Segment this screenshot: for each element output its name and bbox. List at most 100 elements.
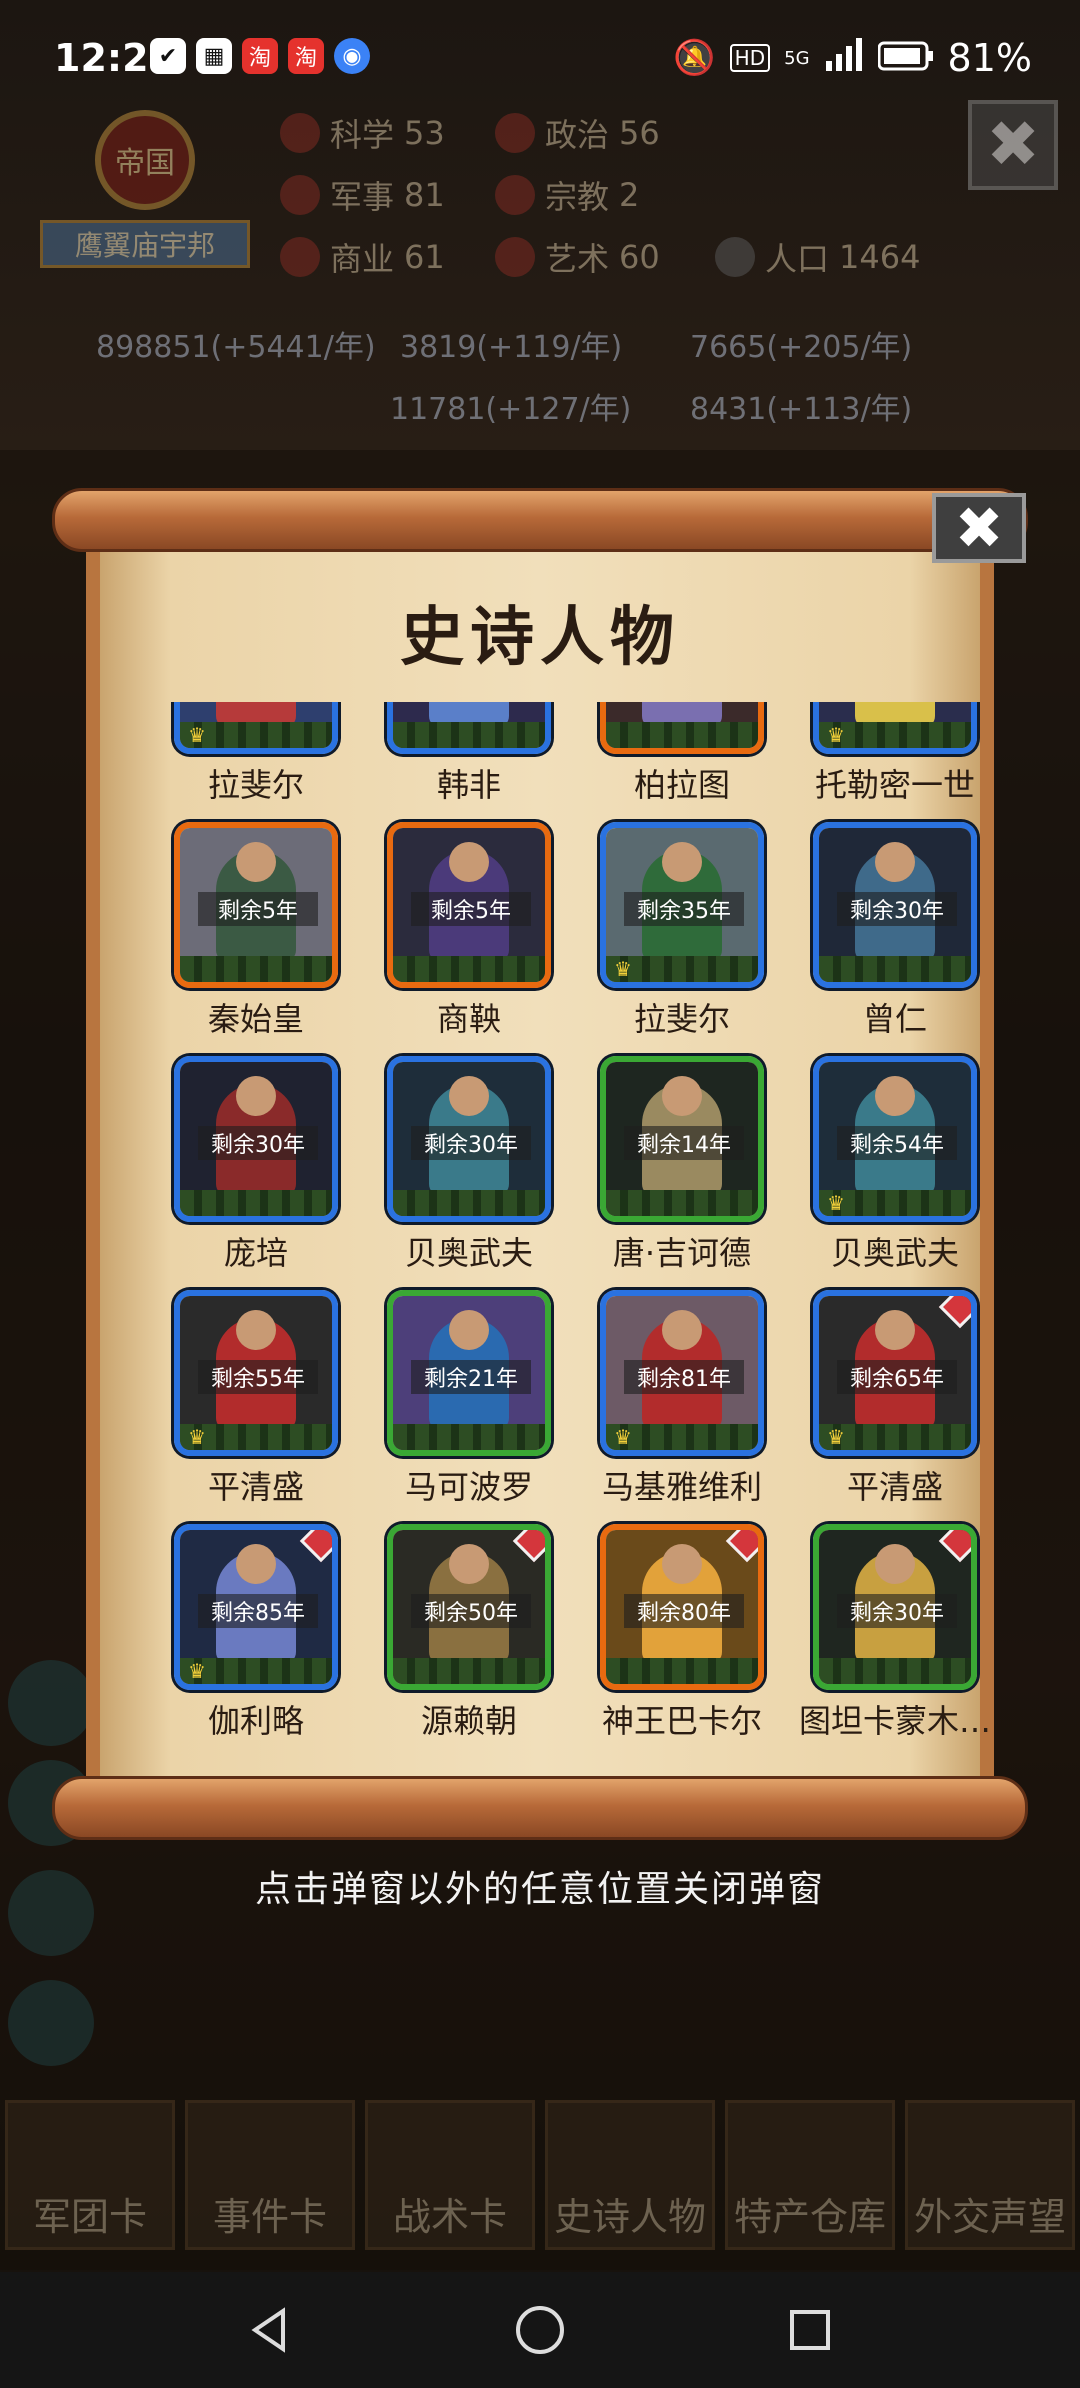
close-hint: 点击弹窗以外的任意位置关闭弹窗 (254, 1869, 825, 1910)
hero-head (875, 1310, 915, 1350)
hero-card[interactable]: ♛ 剩余55年 (174, 1290, 338, 1456)
help-button[interactable] (8, 1980, 94, 2066)
hero-portrait (393, 702, 545, 748)
hero-name: 拉斐尔 (633, 1000, 730, 1038)
politics-icon (495, 113, 535, 153)
popup-title: 史诗人物 (400, 601, 680, 675)
grass-strip (393, 1658, 545, 1684)
recents-icon[interactable] (780, 2300, 840, 2360)
hero-head (875, 1544, 915, 1584)
hero-cell[interactable]: 剩余30年 曾仁 (795, 822, 995, 1040)
hero-head (449, 1076, 489, 1116)
hero-card[interactable]: ♛ (813, 702, 977, 754)
hero-card[interactable]: 剩余30年 (813, 822, 977, 988)
hero-card[interactable] (387, 702, 551, 754)
hero-cell[interactable]: 剩余21年马可波罗 (369, 1290, 569, 1508)
hero-cell[interactable]: 柏拉图 (582, 702, 782, 806)
hero-card[interactable]: 剩余80年 (600, 1524, 764, 1690)
hero-name: 平清盛 (846, 1468, 943, 1506)
hero-name: 源赖朝 (420, 1702, 517, 1740)
hero-card[interactable]: ♛ 剩余54年 (813, 1056, 977, 1222)
grass-strip (606, 1190, 758, 1216)
hero-head (449, 1310, 489, 1350)
hero-name: 柏拉图 (633, 766, 730, 804)
hero-name: 贝奥武夫 (404, 1234, 533, 1272)
hero-head (662, 1310, 702, 1350)
hero-name: 托勒密一世 (814, 766, 975, 804)
crown-icon: ♛ (827, 1425, 845, 1449)
back-icon[interactable] (240, 2300, 300, 2360)
crown-icon: ♛ (188, 1425, 206, 1449)
science-icon (280, 113, 320, 153)
hero-remaining-years: 剩余80年 (624, 1594, 744, 1628)
hero-cell[interactable]: 剩余30年庞培 (156, 1056, 356, 1274)
hero-card[interactable]: 剩余5年 (174, 822, 338, 988)
hero-name: 马可波罗 (404, 1468, 533, 1506)
stat-art: 艺术 60 (495, 234, 660, 280)
hero-cell[interactable]: ♛ 剩余54年贝奥武夫 (795, 1056, 995, 1274)
scroll-rod-top (52, 488, 1028, 552)
hero-card[interactable]: 剩余50年 (387, 1524, 551, 1690)
hero-card[interactable]: ♛ 剩余85年 (174, 1524, 338, 1690)
empire-emblem[interactable]: 帝国 鹰翼庙宇邦 (20, 100, 260, 280)
popup-close-button[interactable]: ✖ (932, 493, 1026, 563)
hero-cell[interactable]: ♛ 剩余65年平清盛 (795, 1290, 995, 1508)
hero-name: 庞培 (223, 1234, 288, 1272)
hero-cell[interactable]: ♛ 托勒密一世 (795, 702, 995, 806)
hero-cell[interactable]: 剩余5年 秦始皇 (156, 822, 356, 1040)
network-label: 5G (784, 47, 810, 69)
hero-cell[interactable]: 韩非 (369, 702, 569, 806)
hero-card[interactable]: 剩余30年 (174, 1056, 338, 1222)
hero-remaining-years: 剩余85年 (198, 1594, 318, 1628)
hero-card[interactable]: ♛ 剩余65年 (813, 1290, 977, 1456)
hero-card[interactable]: ♛ 剩余81年 (600, 1290, 764, 1456)
hero-name: 商鞅 (436, 1000, 501, 1038)
tab-diplomatic-reputation[interactable]: 外交声望 (905, 2100, 1075, 2250)
hero-remaining-years: 剩余55年 (198, 1360, 318, 1394)
hero-card[interactable]: 剩余5年 (387, 822, 551, 988)
stat-science: 科学 53 (280, 110, 445, 156)
hero-card[interactable]: ♛ 剩余35年 (600, 822, 764, 988)
mute-icon: 🔕 (673, 38, 716, 78)
hd-icon: HD (729, 44, 771, 72)
home-icon[interactable] (510, 2300, 570, 2360)
tab-event-cards[interactable]: 事件卡 (185, 2100, 355, 2250)
hero-name: 平清盛 (207, 1468, 304, 1506)
resource-gold: 898851(+5441/年) (96, 330, 376, 365)
grass-strip (393, 1424, 545, 1450)
art-icon (495, 237, 535, 277)
grass-strip (393, 956, 545, 982)
hero-cell[interactable]: ♛ 剩余85年 伽利略 (156, 1524, 356, 1742)
hero-cell[interactable]: ♛ 剩余55年平清盛 (156, 1290, 356, 1508)
hero-card[interactable]: 剩余30年 (813, 1524, 977, 1690)
hero-card[interactable] (600, 702, 764, 754)
hero-card[interactable]: 剩余14年 (600, 1056, 764, 1222)
hero-cell[interactable]: 剩余80年 神王巴卡尔 (582, 1524, 782, 1742)
tab-epic-heroes[interactable]: 史诗人物 (545, 2100, 715, 2250)
hero-cell[interactable]: 剩余30年 图坦卡蒙木… (795, 1524, 995, 1742)
grass-strip (393, 722, 545, 748)
hero-cell[interactable]: 剩余50年源赖朝 (369, 1524, 569, 1742)
hero-cell[interactable]: ♛ 剩余81年 马基雅维利 (582, 1290, 782, 1508)
hero-cell[interactable]: 剩余30年贝奥武夫 (369, 1056, 569, 1274)
stat-military: 军事 81 (280, 172, 445, 218)
hero-head (875, 842, 915, 882)
tab-legion-cards[interactable]: 军团卡 (5, 2100, 175, 2250)
hud-close-button[interactable]: ✖ (968, 100, 1058, 190)
hero-cell[interactable]: ♛ 剩余35年拉斐尔 (582, 822, 782, 1040)
hero-card[interactable]: ♛ (174, 702, 338, 754)
tab-tactic-cards[interactable]: 战术卡 (365, 2100, 535, 2250)
stat-population: 人口 1464 (715, 234, 920, 280)
epic-heroes-popup: 史诗人物 ♛ 拉斐尔 韩非 柏拉图 ♛ 托勒密一世 剩余5年 秦始皇 剩余5年 商鞅 ♛ 剩余35年拉… (52, 488, 1028, 1840)
hero-card[interactable]: 剩余30年 (387, 1056, 551, 1222)
tab-specialty-warehouse[interactable]: 特产仓库 (725, 2100, 895, 2250)
hero-grid: ♛ 拉斐尔 韩非 柏拉图 ♛ 托勒密一世 剩余5年 秦始皇 剩余5年 商鞅 ♛ 剩余35年 拉斐尔 剩余3… (156, 702, 996, 1742)
hero-cell[interactable]: ♛ 拉斐尔 (156, 702, 356, 806)
hero-head (662, 1076, 702, 1116)
stat-politics: 政治 56 (495, 110, 660, 156)
taobao-icon-2: 淘 (288, 38, 324, 74)
hero-name: 贝奥武夫 (830, 1234, 959, 1272)
hero-card[interactable]: 剩余21年 (387, 1290, 551, 1456)
hero-cell[interactable]: 剩余5年商鞅 (369, 822, 569, 1040)
hero-cell[interactable]: 剩余14年 唐·吉诃德 (582, 1056, 782, 1274)
